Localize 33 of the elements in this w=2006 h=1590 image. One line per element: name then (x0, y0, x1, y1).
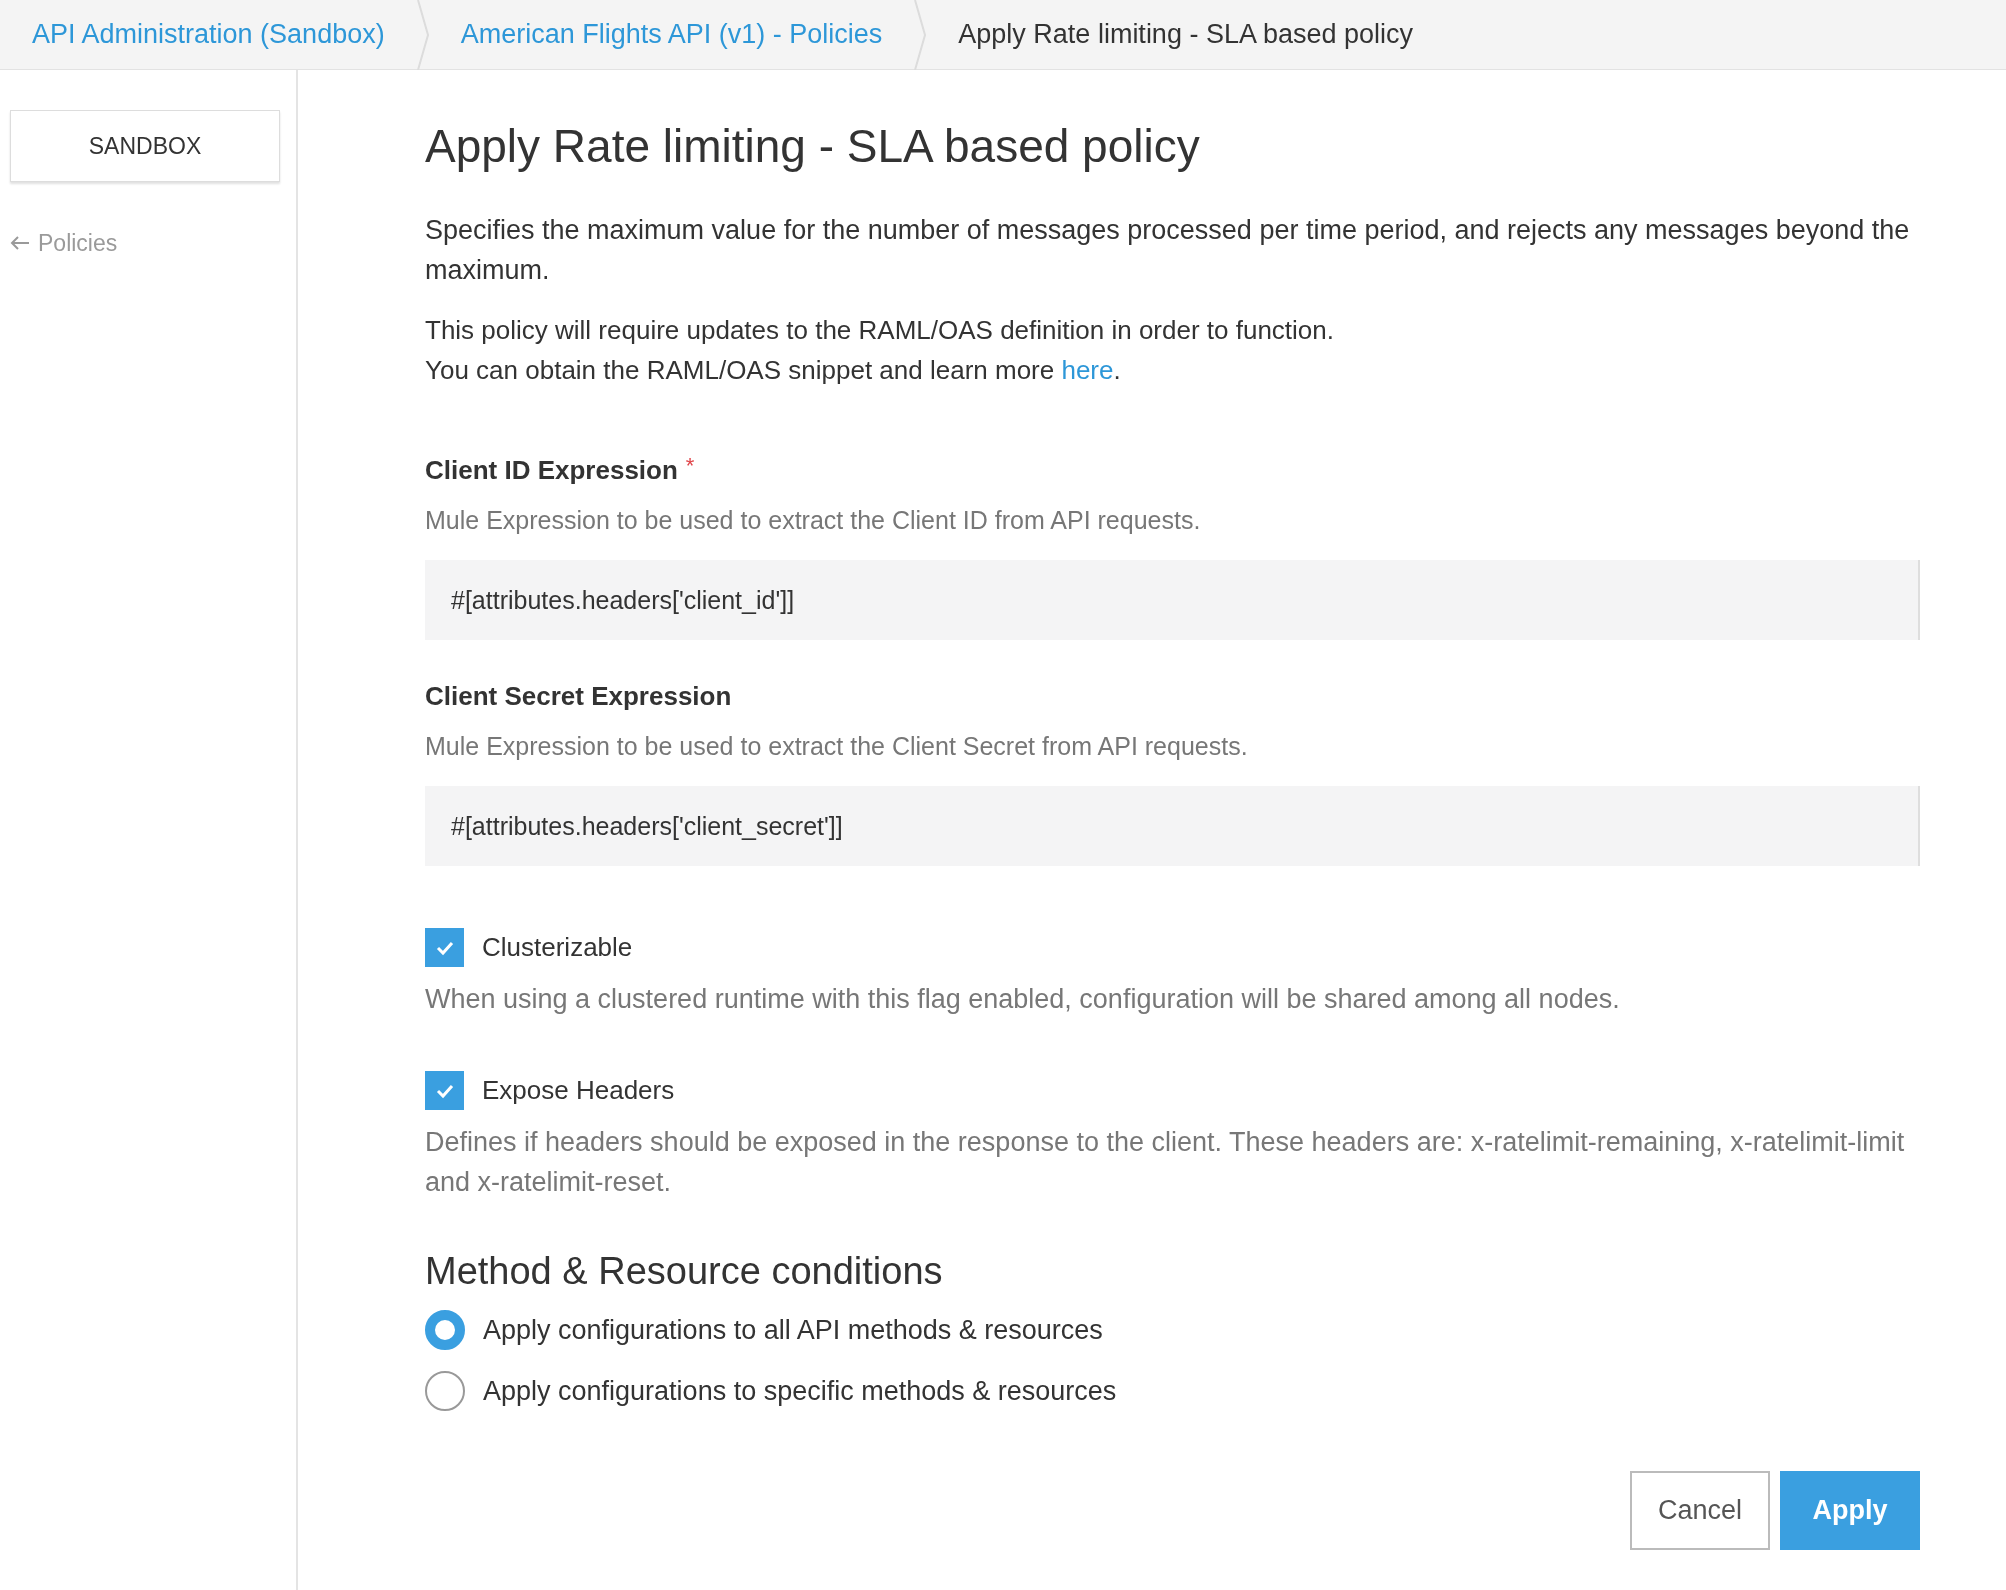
radio-label: Apply configurations to specific methods & resources (483, 1374, 1117, 1408)
breadcrumb-link[interactable]: American Flights API (v1) - Policies (428, 0, 915, 69)
text-field[interactable]: #[attributes.headers['client_id']] (425, 560, 1920, 640)
help-link[interactable]: here (1061, 355, 1114, 385)
checkbox-description: Defines if headers should be exposed in the response to the client. These headers are: x-ratelimit-remaining, x-ratelimit-limit and x-ratelimit-reset. (425, 1126, 1906, 1199)
checkbox[interactable] (425, 928, 464, 967)
back-link[interactable]: Policies (10, 226, 286, 261)
current-page-title: Apply Rate limiting - SLA based policy (957, 18, 1415, 52)
checkbox-label: Expose Headers (482, 1074, 675, 1107)
breadcrumb-link[interactable]: API Administration (Sandbox) (0, 0, 417, 69)
apply-button[interactable]: Apply (1780, 1471, 1920, 1550)
checkbox-description: When using a clustered runtime with this flag enabled, configuration will be shared among all nodes. (425, 983, 1621, 1016)
environment-button[interactable]: SANDBOX (10, 110, 280, 182)
required-marker: * (685, 451, 695, 480)
radio-label: Apply configurations to all API methods & resources (483, 1314, 1103, 1347)
check-icon (434, 939, 455, 956)
text-field[interactable]: #[attributes.headers['client_secret']] (425, 786, 1920, 866)
field-description: Mule Expression to be used to extract the Client Secret from API requests. (425, 731, 1249, 762)
description-text: This policy will require updates to the RAML/OAS definition in order to function. (425, 314, 1335, 347)
field-label: Client Secret Expression (425, 680, 732, 713)
description-text: Specifies the maximum value for the number of messages processed per time period, and rejects any messages beyond the maximum. (425, 214, 1911, 287)
description-text: You can obtain the RAML/OAS snippet and learn more here. (425, 354, 1122, 387)
page-title: Apply Rate limiting - SLA based policy (425, 119, 1201, 174)
field-label: Client ID Expression (425, 454, 678, 487)
checkbox[interactable] (425, 1071, 464, 1110)
cancel-button[interactable]: Cancel (1630, 1471, 1770, 1550)
check-icon (434, 1082, 455, 1099)
arrow-left-icon (10, 235, 30, 252)
section-heading: Method & Resource conditions (425, 1249, 944, 1294)
field-description: Mule Expression to be used to extract the Client ID from API requests. (425, 505, 1202, 536)
radio-button[interactable] (425, 1370, 465, 1411)
radio-button[interactable] (425, 1310, 465, 1351)
checkbox-label: Clusterizable (482, 931, 633, 964)
